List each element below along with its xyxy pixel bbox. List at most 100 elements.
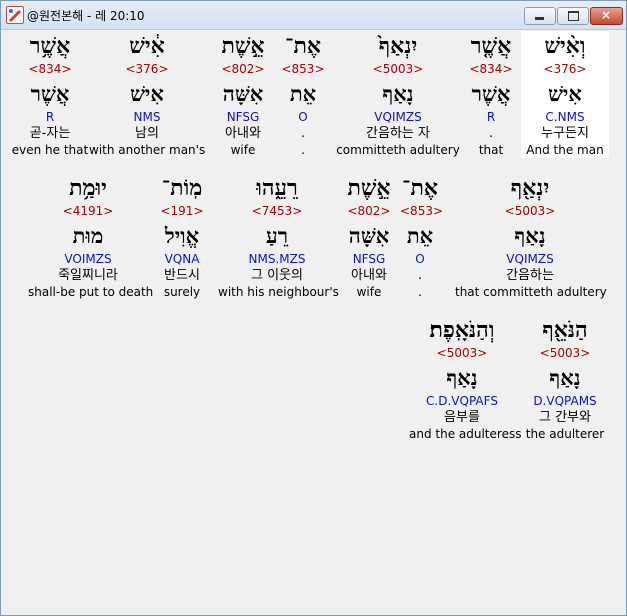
maximize-icon	[568, 11, 579, 21]
korean-gloss: 간음하는	[506, 268, 554, 283]
strong-number[interactable]: <376>	[89, 61, 205, 77]
korean-gloss: 아내와	[225, 126, 261, 141]
morphology-code: VOIMZS	[64, 252, 112, 266]
strong-number[interactable]: <5003>	[455, 203, 605, 219]
strong-number[interactable]: <853>	[278, 61, 328, 77]
word-cell[interactable]: אֲשֶׁ֤ר <834> אֲשֶׁר R. that	[461, 31, 521, 158]
close-button[interactable]: ×	[590, 7, 623, 25]
korean-gloss: 누구든지	[541, 126, 589, 141]
morphology-code: NMS	[133, 110, 161, 124]
app-window: @원전본해 - 레 20:10 × וְאִ֨ישׁ <376> אִישׁ C.NM…	[0, 0, 627, 616]
morphology-code: NMS.MZS	[248, 252, 306, 266]
hebrew-word: רֵעֵ֑הוּ	[256, 175, 298, 201]
word-cell[interactable]: אֲשֶׁ֥ר <834> אֲשֶׁר R 곧-자는 even he that	[5, 31, 95, 158]
lemma-word: מוּת	[72, 223, 104, 248]
morphology-code: D.VQPAMS	[533, 394, 597, 408]
strong-number[interactable]: <7453>	[218, 203, 336, 219]
strong-number[interactable]: <834>	[5, 61, 95, 77]
hebrew-word: הַנֹּאֵ֖ף	[542, 317, 588, 343]
lemma-word: אִשָּׁה	[222, 81, 264, 106]
english-gloss: with his neighbour's	[218, 285, 339, 299]
word-cell[interactable]: יִנְאַ֖ף <5003> נָאַף VQIMZS 간음하는 that commit…	[455, 173, 607, 300]
morphology-code: R	[45, 110, 55, 124]
strong-number[interactable]: <853>	[400, 203, 443, 219]
word-cell[interactable]: יוּמַ֥ת <4191> מוּת VOIMZS 죽일찌니라 shall-be put…	[28, 173, 154, 300]
morphology-code: VQIMZS	[374, 110, 422, 124]
hebrew-word: אֲשֶׁ֥ר	[29, 33, 71, 59]
word-cell[interactable]: הַנֹּאֵ֖ף <5003> נָאַף D.VQPAMS 그 간부와 the adu…	[520, 315, 610, 442]
morphology-code: NFSG	[226, 110, 260, 124]
lemma-word: נָאַף	[549, 365, 581, 390]
english-gloss: and the adulteress	[409, 427, 522, 441]
korean-gloss: 죽일찌니라	[58, 268, 118, 283]
lemma-word: אֵת	[406, 223, 434, 248]
close-icon: ×	[601, 8, 612, 22]
english-gloss: wife	[230, 143, 256, 157]
strong-number[interactable]: <5003>	[336, 61, 460, 77]
lemma-word: אִשָּׁה	[348, 223, 390, 248]
english-gloss: the adulterer	[525, 427, 605, 441]
lemma-word: נָאַף	[514, 223, 546, 248]
english-gloss: that	[478, 143, 504, 157]
hebrew-word: וְאִ֨ישׁ	[544, 33, 586, 59]
word-cell[interactable]: אֵ֣שֶׁת <802> אִשָּׁה NFSG 아내와 wife	[213, 31, 273, 158]
korean-gloss: .	[300, 126, 306, 141]
hebrew-word: יוּמַ֥ת	[69, 175, 107, 201]
strong-number[interactable]: <191>	[152, 203, 212, 219]
korean-gloss: 남의	[135, 126, 159, 141]
hebrew-word: יִנְאַ֖ף	[510, 175, 550, 201]
english-gloss: wife	[356, 285, 382, 299]
lemma-word: אֵת	[289, 81, 317, 106]
korean-gloss: .	[488, 126, 494, 141]
korean-gloss: 곧-자는	[29, 126, 71, 141]
english-gloss: .	[301, 143, 305, 157]
korean-gloss: 반드시	[164, 268, 200, 283]
hebrew-word: וְהַנֹּאָֽפֶת׃	[429, 317, 495, 343]
hebrew-word: אִ֔ישׁ	[129, 33, 165, 59]
hebrew-word: אֵ֣שֶׁת	[221, 33, 265, 59]
english-gloss: And the man	[526, 143, 604, 157]
strong-number[interactable]: <4191>	[28, 203, 148, 219]
word-cell[interactable]: אִ֔ישׁ <376> אִישׁ NMS 남의 with another man's	[89, 31, 205, 158]
english-gloss: with another man's	[89, 143, 206, 157]
strong-number[interactable]: <834>	[461, 61, 521, 77]
strong-number[interactable]: <5003>	[409, 345, 515, 361]
strong-number[interactable]: <802>	[213, 61, 273, 77]
korean-gloss: 간음하는 자	[366, 126, 430, 141]
morphology-code: VQNA	[164, 252, 200, 266]
lemma-word: נָאַף	[446, 365, 478, 390]
korean-gloss: 아내와	[351, 268, 387, 283]
strong-number[interactable]: <376>	[521, 61, 609, 77]
word-cell[interactable]: וְהַנֹּאָֽפֶת׃ <5003> נָאַף C.D.VQPAFS 음부를 an…	[409, 315, 522, 442]
maximize-button[interactable]	[557, 7, 589, 25]
word-cell[interactable]: מֽוֹת־ <191> אֱוִיל VQNA 반드시 surely	[152, 173, 212, 300]
lemma-word: אִישׁ	[130, 81, 164, 106]
lemma-word: נָאַף	[382, 81, 414, 106]
minimize-button[interactable]	[524, 7, 556, 25]
hebrew-word: מֽוֹת־	[161, 175, 203, 201]
word-cell[interactable]: אֶת־ <853> אֵת O..	[278, 31, 328, 158]
hebrew-word: אֶת־	[285, 33, 321, 59]
korean-gloss: 그 이웃의	[251, 268, 303, 283]
minimize-icon	[535, 17, 544, 20]
english-gloss: committeth adultery	[336, 143, 460, 157]
app-logo-icon	[6, 6, 24, 24]
word-cell[interactable]: רֵעֵ֑הוּ <7453> רֵעַ NMS.MZS 그 이웃의 with his n…	[218, 173, 339, 300]
english-gloss: even he that	[11, 143, 89, 157]
morphology-code: O	[298, 110, 308, 124]
english-gloss: .	[418, 285, 422, 299]
korean-gloss: 그 간부와	[539, 410, 591, 425]
word-cell[interactable]: אֶת־ <853> אֵת O..	[400, 173, 443, 300]
word-cell[interactable]: יִנְאַף֙ <5003> נָאַף VQIMZS 간음하는 자 committet…	[336, 31, 460, 158]
word-cell[interactable]: וְאִ֨ישׁ <376> אִישׁ C.NMS 누구든지 And the man	[521, 31, 609, 158]
korean-gloss: .	[417, 268, 423, 283]
title-bar[interactable]: @원전본해 - 레 20:10 ×	[1, 1, 626, 30]
strong-number[interactable]: <802>	[339, 203, 399, 219]
morphology-code: NFSG	[352, 252, 386, 266]
english-gloss: shall-be put to death	[28, 285, 154, 299]
hebrew-word: יִנְאַף֙	[378, 33, 418, 59]
word-cell[interactable]: אֵ֣שֶׁת <802> אִשָּׁה NFSG 아내와 wife	[339, 173, 399, 300]
morphology-code: R	[486, 110, 496, 124]
strong-number[interactable]: <5003>	[520, 345, 610, 361]
morphology-code: VQIMZS	[506, 252, 554, 266]
